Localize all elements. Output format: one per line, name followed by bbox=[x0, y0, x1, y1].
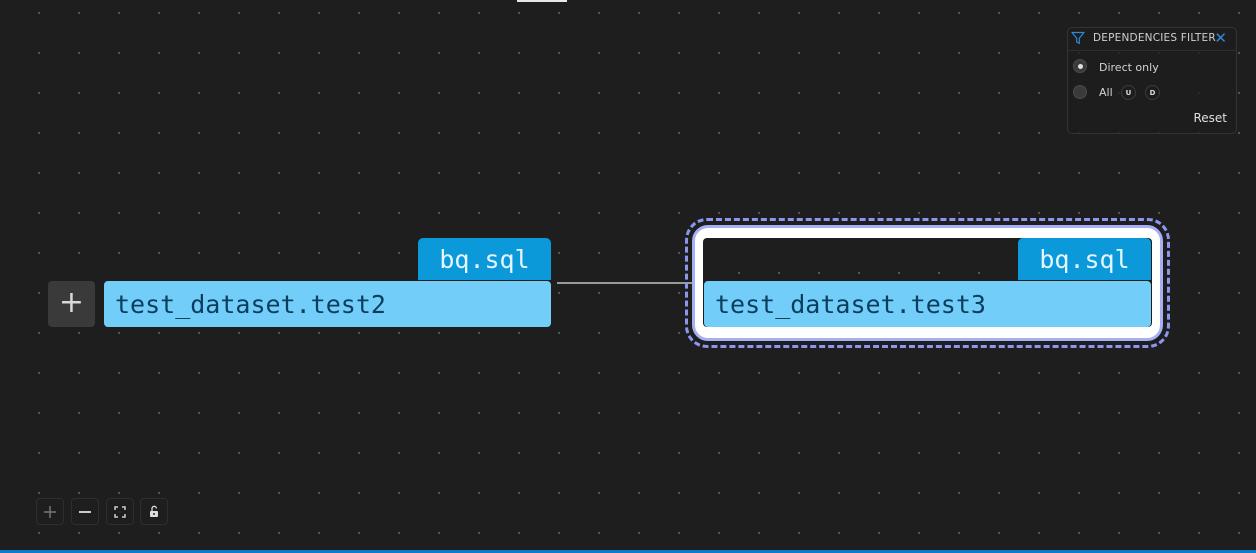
fit-view-button[interactable] bbox=[106, 498, 134, 525]
zoom-out-button[interactable] bbox=[71, 498, 99, 525]
radio-direct-only[interactable] bbox=[1073, 59, 1087, 73]
radio-all[interactable] bbox=[1073, 85, 1087, 99]
unlock-icon bbox=[150, 505, 158, 517]
node-tag: bq.sql bbox=[418, 238, 551, 280]
filter-header: DEPENDENCIES FILTER ✕ bbox=[1068, 28, 1236, 51]
fit-view-icon bbox=[114, 506, 126, 518]
reset-button[interactable]: Reset bbox=[1193, 111, 1227, 125]
plus-icon: + bbox=[58, 285, 85, 320]
active-tab-indicator bbox=[517, 0, 567, 2]
dependencies-filter-panel: DEPENDENCIES FILTER ✕ Direct only All U … bbox=[1067, 27, 1237, 134]
toggle-lock-button[interactable] bbox=[140, 498, 168, 525]
node-test2[interactable]: test_dataset.test2 bbox=[104, 281, 551, 327]
close-icon[interactable]: ✕ bbox=[1214, 29, 1227, 47]
dependency-edge bbox=[557, 282, 693, 284]
node-tag: bq.sql bbox=[1018, 238, 1151, 280]
radio-direct-only-label: Direct only bbox=[1099, 61, 1159, 74]
node-test3[interactable]: test_dataset.test3 bbox=[704, 281, 1151, 327]
funnel-icon bbox=[1071, 31, 1085, 45]
zoom-in-button[interactable] bbox=[36, 498, 64, 525]
upstream-toggle[interactable]: U bbox=[1121, 85, 1136, 100]
downstream-toggle[interactable]: D bbox=[1145, 85, 1160, 100]
minus-icon bbox=[79, 511, 91, 513]
filter-title: DEPENDENCIES FILTER bbox=[1093, 32, 1216, 44]
expand-node-button[interactable]: + bbox=[48, 281, 95, 327]
radio-all-label: All bbox=[1099, 86, 1113, 99]
plus-icon bbox=[44, 506, 56, 518]
